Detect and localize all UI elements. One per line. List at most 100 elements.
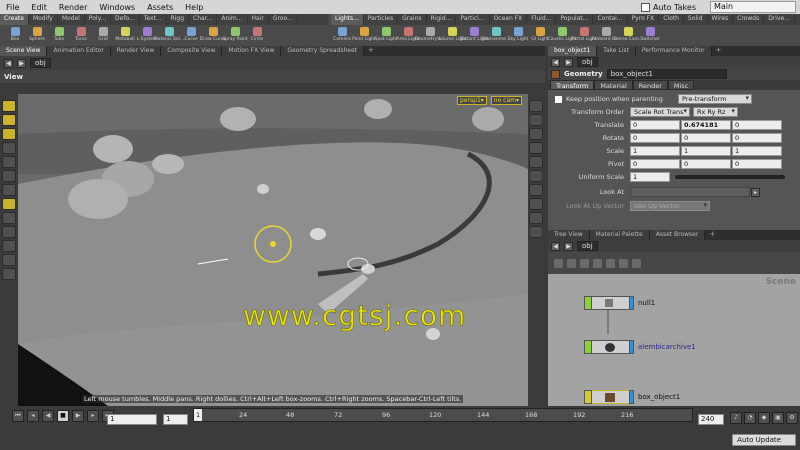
tab-scene-view[interactable]: Scene View — [0, 46, 48, 56]
lock-icon[interactable]: ▣ — [772, 412, 784, 424]
menu-edit[interactable]: Edit — [25, 3, 53, 12]
step-back-icon[interactable]: ◂ — [27, 410, 39, 422]
frame-icon[interactable] — [529, 114, 543, 126]
step-forward-icon[interactable]: ▸ — [87, 410, 99, 422]
tab-material[interactable]: Material — [594, 80, 633, 90]
auto-update-select[interactable]: Auto Update — [732, 434, 796, 446]
shelf-tab[interactable]: Lights... — [331, 14, 364, 25]
shelf-tool-button[interactable]: Point Light — [352, 25, 376, 46]
node-name-field[interactable]: box_object1 — [606, 69, 727, 79]
translate-tool-icon[interactable] — [2, 156, 16, 168]
menu-help[interactable]: Help — [179, 3, 209, 12]
node-box-object1[interactable] — [584, 390, 634, 404]
pivot-x-field[interactable]: 0 — [630, 159, 680, 169]
network-canvas[interactable]: Scene null1 alembicarchive1 box_object1 — [548, 274, 800, 406]
shelf-tool-button[interactable]: Stereo Cam... — [613, 25, 643, 46]
shelf-tool-button[interactable]: Sphere — [26, 25, 48, 46]
shelf-tool-button[interactable]: Distant Light — [460, 25, 488, 46]
tab-geometry-spreadsheet[interactable]: Geometry Spreadsheet — [281, 46, 364, 56]
shelf-tool-button[interactable]: Draw Curve — [200, 25, 226, 46]
stop-icon[interactable]: ■ — [57, 410, 69, 422]
shelf-tab[interactable]: Particl... — [456, 14, 490, 25]
uniform-scale-field[interactable]: 1 — [630, 172, 670, 182]
shelf-tool-button[interactable]: GI Light — [529, 25, 551, 46]
rotate-y-field[interactable]: 0 — [681, 133, 731, 143]
jump-start-icon[interactable]: ⏮ — [12, 410, 24, 422]
grid-icon[interactable] — [567, 258, 576, 268]
end-frame-field[interactable]: 240 — [698, 414, 724, 425]
play-icon[interactable]: ▶ — [72, 410, 84, 422]
background-icon[interactable] — [529, 212, 543, 224]
grid-snap-icon[interactable] — [2, 226, 16, 238]
add-tab-icon[interactable]: + — [712, 46, 726, 56]
wireframe-icon[interactable] — [529, 156, 543, 168]
persp-camera-menu[interactable]: persp1▾ — [457, 96, 487, 105]
shelf-tool-button[interactable]: Volume Light — [437, 25, 467, 46]
tab-material-palette[interactable]: Material Palette — [589, 230, 650, 240]
shelf-tab[interactable]: Crowds — [733, 14, 765, 25]
shelf-tab[interactable]: Char... — [189, 14, 218, 25]
forward-icon[interactable]: ▶ — [17, 58, 26, 68]
forward-icon[interactable]: ▶ — [564, 57, 573, 67]
shelf-tool-button[interactable]: Caustic Light — [547, 25, 577, 46]
rotation-order-select[interactable]: Rx Ry Rz — [693, 107, 738, 117]
settings-icon[interactable]: ⚙ — [786, 412, 798, 424]
auto-takes-checkbox[interactable] — [640, 2, 650, 12]
shelf-tab[interactable]: Particles — [364, 14, 399, 25]
shelf-tool-button[interactable]: Geometry L... — [415, 25, 445, 46]
shelf-tool-button[interactable]: Grid — [92, 25, 114, 46]
translate-y-field[interactable]: 0.674181 — [681, 120, 731, 130]
pivot-z-field[interactable]: 0 — [732, 159, 782, 169]
list-icon[interactable] — [580, 258, 589, 268]
tab-render[interactable]: Render — [632, 80, 668, 90]
frame-ruler[interactable]: 1 24 48 72 96 120 144 168 192 216 — [193, 408, 693, 422]
move-tool-icon[interactable] — [2, 114, 16, 126]
audio-icon[interactable]: ♪ — [730, 412, 742, 424]
node-chooser-icon[interactable]: ▸ — [751, 187, 760, 197]
back-icon[interactable]: ◀ — [551, 57, 560, 67]
node-alembicarchive1[interactable] — [584, 340, 634, 354]
sticky-note-icon[interactable] — [632, 258, 641, 268]
network-path-field[interactable]: obj — [577, 241, 598, 251]
menu-windows[interactable]: Windows — [93, 3, 141, 12]
tab-render-view[interactable]: Render View — [110, 46, 162, 56]
tab-asset-browser[interactable]: Asset Browser — [649, 230, 706, 240]
shelf-tab[interactable]: Poly... — [85, 14, 112, 25]
shelf-tab[interactable]: Wires — [708, 14, 734, 25]
scale-z-field[interactable]: 1 — [732, 146, 782, 156]
normals-icon[interactable] — [529, 184, 543, 196]
tab-take-list[interactable]: Take List — [597, 46, 636, 56]
desktop-select[interactable]: Main — [710, 1, 796, 13]
light-icon[interactable] — [529, 128, 543, 140]
tab-performance-monitor[interactable]: Performance Monitor — [635, 46, 712, 56]
shelf-tab[interactable]: Fluid... — [527, 14, 557, 25]
rotate-tool-icon[interactable] — [2, 170, 16, 182]
shading-icon[interactable] — [529, 142, 543, 154]
shelf-tab[interactable]: Anim... — [217, 14, 248, 25]
translate-z-field[interactable]: 0 — [732, 120, 782, 130]
uniform-scale-slider[interactable] — [675, 175, 785, 179]
shelf-tab[interactable]: Defo... — [111, 14, 140, 25]
tab-misc[interactable]: Misc — [667, 80, 695, 90]
shelf-tool-button[interactable]: Torus — [70, 25, 92, 46]
transform-order-select[interactable]: Scale Rot Trans — [630, 107, 690, 117]
shelf-tab[interactable]: Contai... — [593, 14, 628, 25]
tab-tree-view[interactable]: Tree View — [548, 230, 590, 240]
rotate-z-field[interactable]: 0 — [732, 133, 782, 143]
shelf-tool-button[interactable]: Circle — [246, 25, 268, 46]
shelf-tab[interactable]: Cloth — [659, 14, 684, 25]
back-icon[interactable]: ◀ — [4, 58, 13, 68]
select-tool-icon[interactable] — [2, 100, 16, 112]
pose-tool-icon[interactable] — [2, 198, 16, 210]
look-at-field[interactable] — [630, 187, 750, 197]
home-icon[interactable] — [529, 100, 543, 112]
menu-file[interactable]: File — [0, 3, 25, 12]
shelf-tab[interactable]: Ocean FX — [490, 14, 528, 25]
shape-icon[interactable] — [606, 258, 615, 268]
translate-x-field[interactable]: 0 — [630, 120, 680, 130]
keep-position-checkbox[interactable] — [554, 94, 563, 104]
forward-icon[interactable]: ▶ — [564, 241, 573, 251]
keep-position-select[interactable]: Pre-transform — [678, 94, 752, 104]
layout-icon[interactable] — [554, 258, 563, 268]
tab-box-object1[interactable]: box_object1 — [548, 46, 598, 56]
